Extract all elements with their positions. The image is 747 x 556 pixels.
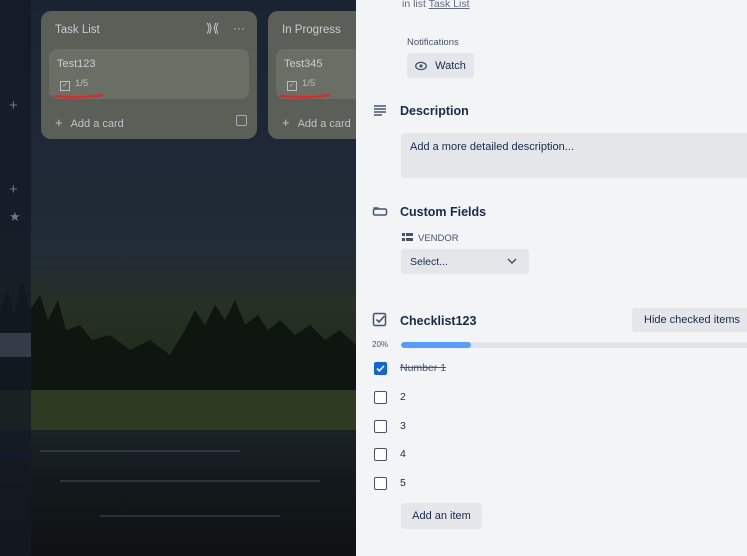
add-icon[interactable]: +: [9, 181, 18, 198]
add-icon[interactable]: +: [9, 97, 18, 114]
checklist-item-checkbox[interactable]: [374, 477, 387, 490]
checklist-item[interactable]: Number 1: [374, 361, 734, 377]
eye-icon: [415, 61, 428, 70]
card-title: Test345: [284, 58, 323, 70]
checklist-progress-bar: [401, 342, 747, 348]
list-task-list: Task List ⟫⟪ ··· Test123 ✓ 1/5 + Add a car…: [41, 11, 257, 139]
red-annotation-underline: [280, 93, 330, 99]
list-field-icon: [402, 233, 413, 241]
forest-silhouette: [0, 280, 356, 430]
red-annotation-underline: [53, 93, 103, 99]
checklist-item-text[interactable]: Number 1: [400, 362, 446, 374]
checklist-progress-fill: [401, 342, 471, 348]
checklist-item-checkbox[interactable]: [374, 448, 387, 461]
add-card-button[interactable]: + Add a card: [55, 115, 124, 130]
list-title[interactable]: Task List: [55, 24, 100, 36]
add-an-item-button[interactable]: Add an item: [401, 503, 482, 529]
checklist-item[interactable]: 2: [374, 390, 734, 406]
checklist-badge: ✓ 1/5: [287, 78, 315, 91]
list-title[interactable]: In Progress: [282, 24, 341, 36]
in-list-text: in list Task List: [402, 0, 470, 10]
watch-button[interactable]: Watch: [407, 53, 474, 78]
card[interactable]: Test123 ✓ 1/5: [49, 49, 249, 99]
hide-checked-items-button[interactable]: Hide checked items: [632, 308, 747, 332]
checklist-title[interactable]: Checklist123: [400, 314, 476, 328]
vendor-select[interactable]: Select...: [401, 249, 529, 274]
checkmark-icon: [376, 365, 385, 372]
checklist-item-text[interactable]: 5: [400, 477, 406, 489]
board-background: + + ★ Task List ⟫⟪ ··· Test123 ✓ 1/5 + Add…: [0, 0, 356, 556]
plus-icon: +: [282, 115, 290, 130]
checklist-item-text[interactable]: 2: [400, 391, 406, 403]
lake: [0, 430, 356, 556]
list-in-progress: In Progress Test345 ✓ 1/5 + Add a card: [268, 11, 356, 139]
description-icon: [374, 105, 386, 116]
add-card-button[interactable]: + Add a card: [282, 115, 351, 130]
in-list-link[interactable]: Task List: [429, 0, 470, 10]
description-title: Description: [400, 104, 469, 118]
checklist-badge: ✓ 1/5: [60, 78, 88, 91]
custom-fields-title: Custom Fields: [400, 205, 487, 219]
checklist-item-checkbox[interactable]: [374, 362, 387, 375]
card-title: Test123: [57, 58, 96, 70]
vendor-field-label: VENDOR: [402, 233, 459, 244]
card[interactable]: Test345 ✓ 1/5: [276, 49, 356, 99]
plus-icon: +: [55, 115, 63, 130]
chevron-down-icon: [507, 258, 517, 265]
notifications-label: Notifications: [407, 37, 459, 48]
checklist-item[interactable]: 4: [374, 447, 734, 463]
checklist-item[interactable]: 5: [374, 476, 734, 492]
checklist-item-checkbox[interactable]: [374, 391, 387, 404]
collapse-icon[interactable]: ⟫⟪: [206, 21, 219, 35]
description-input[interactable]: Add a more detailed description...: [401, 133, 747, 178]
more-icon[interactable]: ···: [233, 21, 245, 35]
checklist-item-text[interactable]: 4: [400, 448, 406, 460]
sidebar-selected-item[interactable]: [0, 333, 31, 357]
card-detail-panel: in list Task List Notifications Watch De…: [356, 0, 747, 556]
checklist-progress-percent: 20%: [372, 340, 389, 349]
custom-fields-icon: [372, 207, 388, 216]
board-sidebar: + + ★: [0, 0, 31, 556]
checklist-item[interactable]: 3: [374, 419, 734, 435]
template-icon[interactable]: [236, 115, 247, 126]
checklist-icon: [372, 312, 387, 327]
checklist-icon: ✓: [60, 81, 70, 91]
checklist-item-checkbox[interactable]: [374, 420, 387, 433]
star-icon[interactable]: ★: [9, 209, 21, 225]
checklist-item-text[interactable]: 3: [400, 420, 406, 432]
checklist-icon: ✓: [287, 81, 297, 91]
